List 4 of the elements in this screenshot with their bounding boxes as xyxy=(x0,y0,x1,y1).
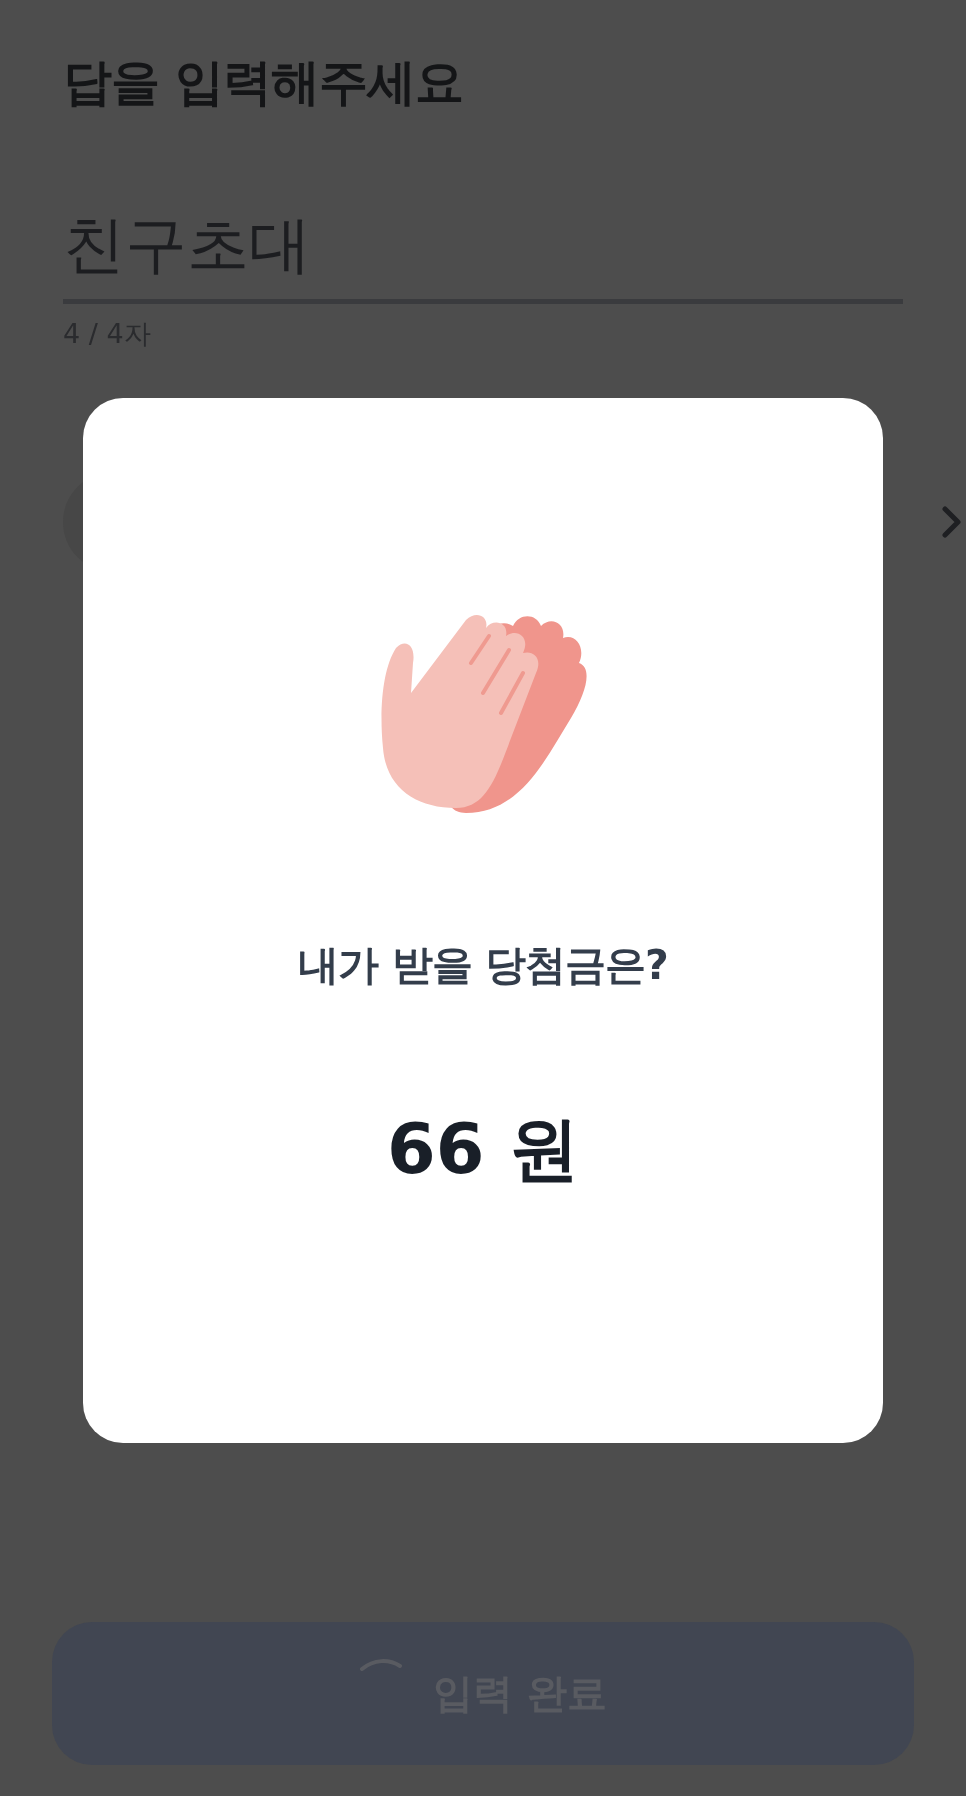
prize-question: 내가 받을 당첨금은? xyxy=(298,940,668,991)
chevron-right-icon[interactable] xyxy=(941,505,963,539)
page-title: 답을 입력해주세요 xyxy=(63,53,465,113)
prize-amount: 66 원 xyxy=(387,1107,579,1192)
